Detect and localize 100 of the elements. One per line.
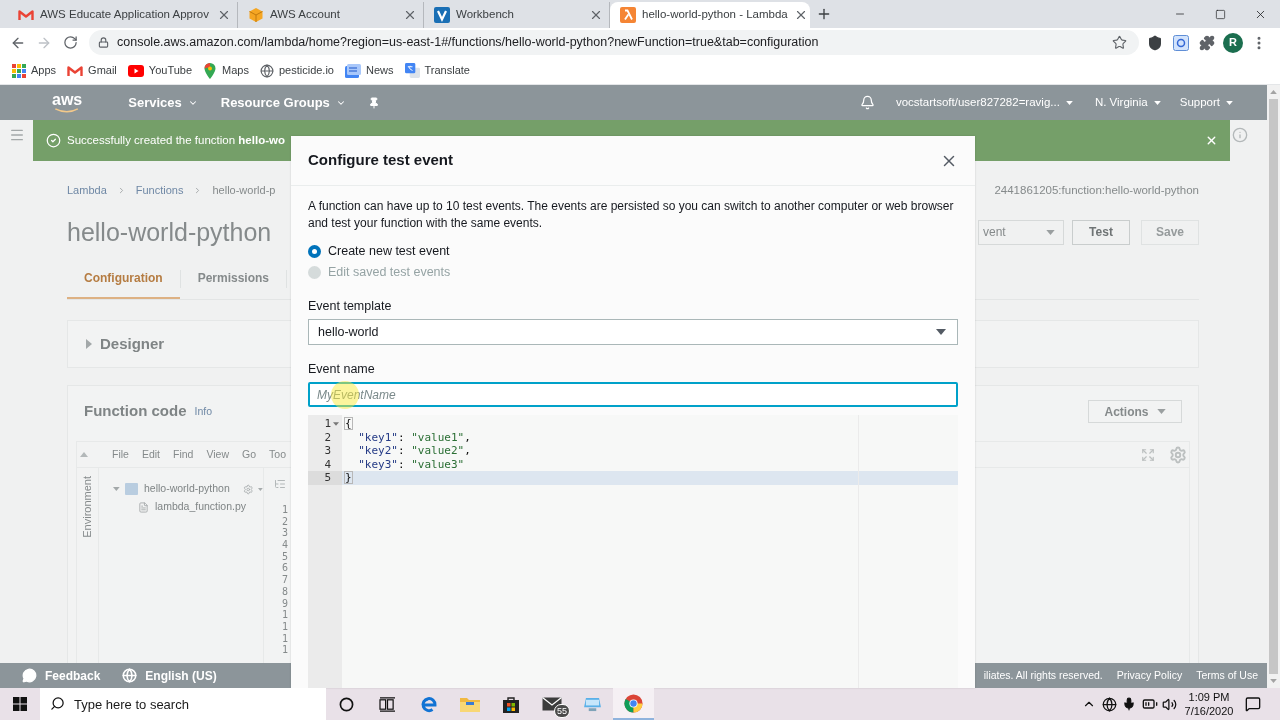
close-icon[interactable]: [403, 8, 417, 22]
bookmark-link[interactable]: Translate: [404, 62, 470, 79]
line-number: 8: [281, 585, 288, 598]
reload-icon[interactable]: [63, 35, 78, 50]
line-number: 1: [281, 632, 288, 645]
pin-icon[interactable]: [367, 96, 380, 109]
bookmark-link[interactable]: pesticide.io: [259, 62, 334, 79]
battery-icon[interactable]: [1142, 696, 1158, 712]
line-number: 1: [281, 644, 288, 656]
map-pin-icon: [203, 62, 218, 79]
v-logo-icon: [434, 7, 450, 23]
clock[interactable]: 1:09 PM 7/16/2020: [1180, 690, 1238, 718]
ide-menu-item[interactable]: View: [206, 446, 230, 463]
terms-link[interactable]: Terms of Use: [1196, 667, 1258, 684]
dialog-title: Configure test event: [308, 150, 454, 171]
file-tree-item[interactable]: lambda_function.py: [155, 499, 247, 515]
ide-menu-item[interactable]: Edit: [141, 446, 160, 463]
nav-menu[interactable]: Resource Groups: [220, 92, 346, 113]
folder-icon[interactable]: [459, 696, 480, 712]
caret-down-icon: [1046, 229, 1055, 235]
bookmark-link[interactable]: News: [345, 62, 394, 79]
field-label: Event template: [308, 298, 393, 314]
nav-menu[interactable]: Services: [128, 92, 198, 113]
ide-menu-item[interactable]: Too: [269, 446, 286, 463]
test-button[interactable]: Test: [1072, 219, 1130, 245]
privacy-link[interactable]: Privacy Policy: [1116, 667, 1183, 684]
volume-icon[interactable]: [1162, 696, 1177, 712]
breadcrumb-link[interactable]: Lambda: [67, 182, 107, 199]
bell-icon[interactable]: [859, 95, 875, 110]
region-menu[interactable]: N. Virginia: [1094, 93, 1161, 112]
code-line: "key2": "value2",: [358, 445, 471, 457]
breadcrumb-link[interactable]: Functions: [135, 182, 184, 199]
line-number: 7: [281, 574, 288, 586]
language-selector[interactable]: English (US): [145, 666, 217, 685]
line-number: 3: [324, 445, 331, 457]
caret-down-icon: [1065, 100, 1073, 105]
bookmark-link[interactable]: Gmail: [67, 62, 117, 79]
lambda-icon: [620, 7, 636, 23]
environment-tab[interactable]: Environment: [79, 476, 96, 538]
success-message: Successfully created the function hello-wo: [67, 132, 285, 148]
feedback-link[interactable]: Feedback: [45, 666, 101, 685]
template-select[interactable]: hello-world: [308, 319, 958, 345]
line-number: 4: [324, 458, 331, 470]
address-bar[interactable]: console.aws.amazon.com/lambda/home?region=us-east-1#/functions/hello-world-python?newFunction=true&tab=configuration: [89, 30, 1139, 55]
panel-title[interactable]: Designer: [100, 332, 165, 356]
function-arn: 2441861205:function:hello-world-python: [994, 182, 1199, 198]
test-event-select[interactable]: vent: [978, 219, 1064, 245]
page-tab[interactable]: Permissions: [180, 258, 287, 299]
info-link[interactable]: Info: [194, 403, 212, 420]
new-tab-icon[interactable]: [816, 6, 832, 22]
caret-down-icon: [936, 329, 946, 335]
page-tab[interactable]: Configuration: [67, 258, 180, 299]
account-menu[interactable]: vocstartsoft/user827282=ravig...: [895, 93, 1073, 112]
network-icon[interactable]: [1102, 696, 1117, 712]
scrollbar-thumb[interactable]: [1269, 99, 1278, 674]
shopping-bag-icon[interactable]: [501, 695, 520, 713]
file-tree-item[interactable]: hello-world-python: [143, 481, 230, 497]
fold-caret-icon[interactable]: [333, 421, 339, 426]
lock-icon: [98, 37, 109, 48]
shield-icon[interactable]: [1147, 34, 1163, 51]
e-logo-icon[interactable]: [419, 695, 438, 713]
field-label: Event name: [308, 361, 376, 377]
radio-label: Edit saved test events: [328, 264, 451, 282]
maximize-icon[interactable]: [1214, 8, 1226, 20]
close-icon[interactable]: [589, 8, 603, 22]
ide-menu-item[interactable]: Go: [242, 446, 257, 463]
bookmark-link[interactable]: YouTube: [127, 62, 193, 79]
microphone-icon[interactable]: [1122, 697, 1136, 711]
file-icon: [138, 501, 149, 513]
browser-tab[interactable]: hello-world-python - Lambda: [610, 2, 810, 28]
m-envelope-icon: [67, 64, 84, 77]
notifications-icon[interactable]: [1245, 696, 1261, 712]
bookmark-link[interactable]: Maps: [203, 62, 249, 79]
notification-badge: 55: [554, 704, 570, 718]
support-menu[interactable]: Support: [1179, 93, 1233, 112]
dialog-description: A function can have up to 10 test events. The events are persisted so you can switch to another computer or web browser and test your function with the same events.: [308, 198, 955, 232]
profile-avatar[interactable]: R: [1223, 32, 1243, 53]
taskbar-search-field[interactable]: Type here to search: [40, 688, 326, 720]
caret-down-icon: [1156, 409, 1166, 414]
actions-button[interactable]: Actions: [1088, 400, 1182, 423]
aws-logo[interactable]: aws: [52, 92, 83, 113]
ide-menu-item[interactable]: Find: [173, 446, 194, 463]
task-view-icon[interactable]: [379, 696, 396, 712]
page-title: hello-world-python: [67, 219, 272, 245]
line-number: 5: [281, 550, 288, 563]
close-icon[interactable]: [217, 8, 231, 22]
code-line: "key1": "value1",: [358, 431, 471, 443]
taskbar-button[interactable]: [613, 688, 654, 720]
star-icon[interactable]: [1112, 35, 1127, 50]
folder-icon: [124, 483, 138, 495]
line-number: 2: [281, 515, 288, 528]
radio-button[interactable]: [308, 245, 321, 258]
bookmark-link[interactable]: Apps: [12, 62, 57, 79]
puzzle-icon[interactable]: [1199, 34, 1215, 51]
ring-icon[interactable]: [339, 696, 354, 712]
browser-logo-icon[interactable]: [624, 693, 643, 713]
ide-menu-item[interactable]: File: [112, 446, 129, 463]
extension-icon[interactable]: [1173, 34, 1189, 51]
caret-down-icon: [1153, 100, 1161, 105]
windows-logo-icon[interactable]: [13, 697, 27, 711]
